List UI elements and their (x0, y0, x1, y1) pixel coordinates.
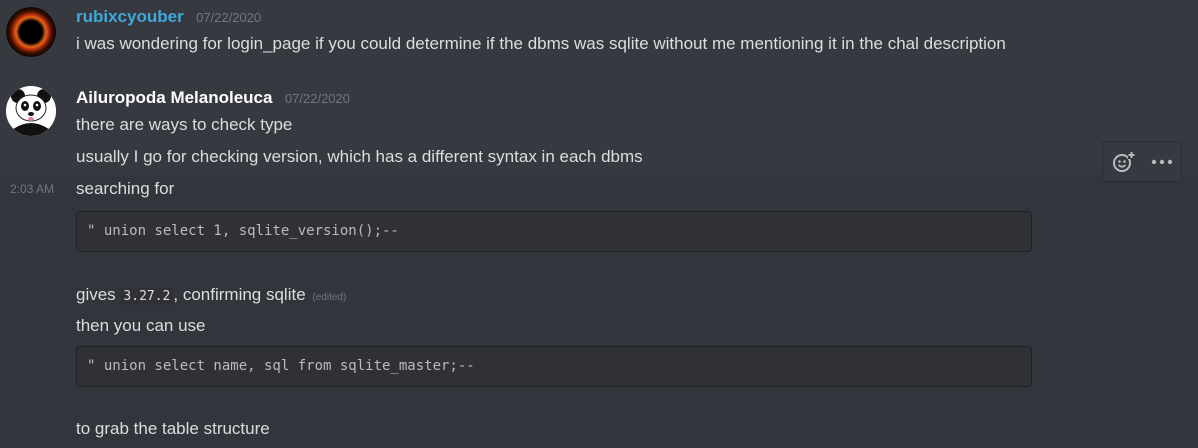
add-reaction-button[interactable] (1108, 147, 1138, 177)
inline-code: 3.27.2 (120, 288, 174, 305)
gives-suffix: , confirming sqlite (173, 285, 306, 304)
user-avatar-ailuropoda[interactable] (6, 86, 56, 136)
code-block: " union select 1, sqlite_version();-- (76, 211, 1032, 252)
message-header-2: Ailuropoda Melanoleuca 07/22/2020 (76, 88, 350, 108)
hover-timestamp: 2:03 AM (10, 182, 55, 196)
chat-view: rubixcyouber 07/22/2020 i was wondering … (0, 0, 1198, 448)
panda-avatar-icon (6, 86, 56, 136)
gives-prefix: gives (76, 285, 116, 304)
user-avatar-rubixcyouber[interactable] (6, 7, 56, 57)
message-text: i was wondering for login_page if you co… (76, 34, 1006, 53)
message-timestamp: 07/22/2020 (196, 10, 262, 25)
username[interactable]: rubixcyouber (76, 7, 184, 26)
message-line-gives: gives 3.27.2, confirming sqlite (edited) (76, 284, 346, 309)
more-icon (1151, 159, 1172, 164)
edited-label: (edited) (312, 292, 347, 303)
message-line: there are ways to check type (76, 115, 293, 134)
code-block: " union select name, sql from sqlite_mas… (76, 346, 1032, 387)
message-toolbar (1102, 141, 1182, 182)
message-timestamp: 07/22/2020 (284, 91, 351, 106)
add-reaction-icon (1112, 150, 1135, 172)
message-header-1: rubixcyouber 07/22/2020 (76, 7, 261, 27)
more-button[interactable] (1147, 147, 1177, 177)
dark-ring-avatar-icon (6, 7, 56, 57)
message-line: to grab the table structure (76, 419, 270, 438)
message-line: usually I go for checking version, which… (76, 147, 643, 166)
message-line: then you can use (76, 316, 206, 335)
username[interactable]: Ailuropoda Melanoleuca (76, 88, 272, 107)
message-line: searching for (76, 179, 175, 198)
